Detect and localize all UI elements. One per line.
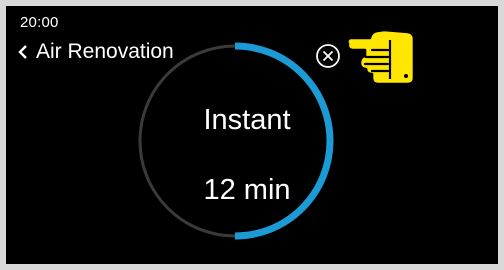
timer-duration: 12 min xyxy=(203,174,291,206)
close-circle-icon xyxy=(316,44,340,68)
pointing-hand-icon xyxy=(346,28,416,86)
close-button[interactable] xyxy=(315,43,341,69)
timer-progress-arc xyxy=(234,42,334,240)
timer-mode: Instant xyxy=(203,104,291,136)
device-frame: 20:00 Air Renovation Instant 12 min xyxy=(0,0,504,270)
screen: 20:00 Air Renovation Instant 12 min xyxy=(6,6,498,264)
